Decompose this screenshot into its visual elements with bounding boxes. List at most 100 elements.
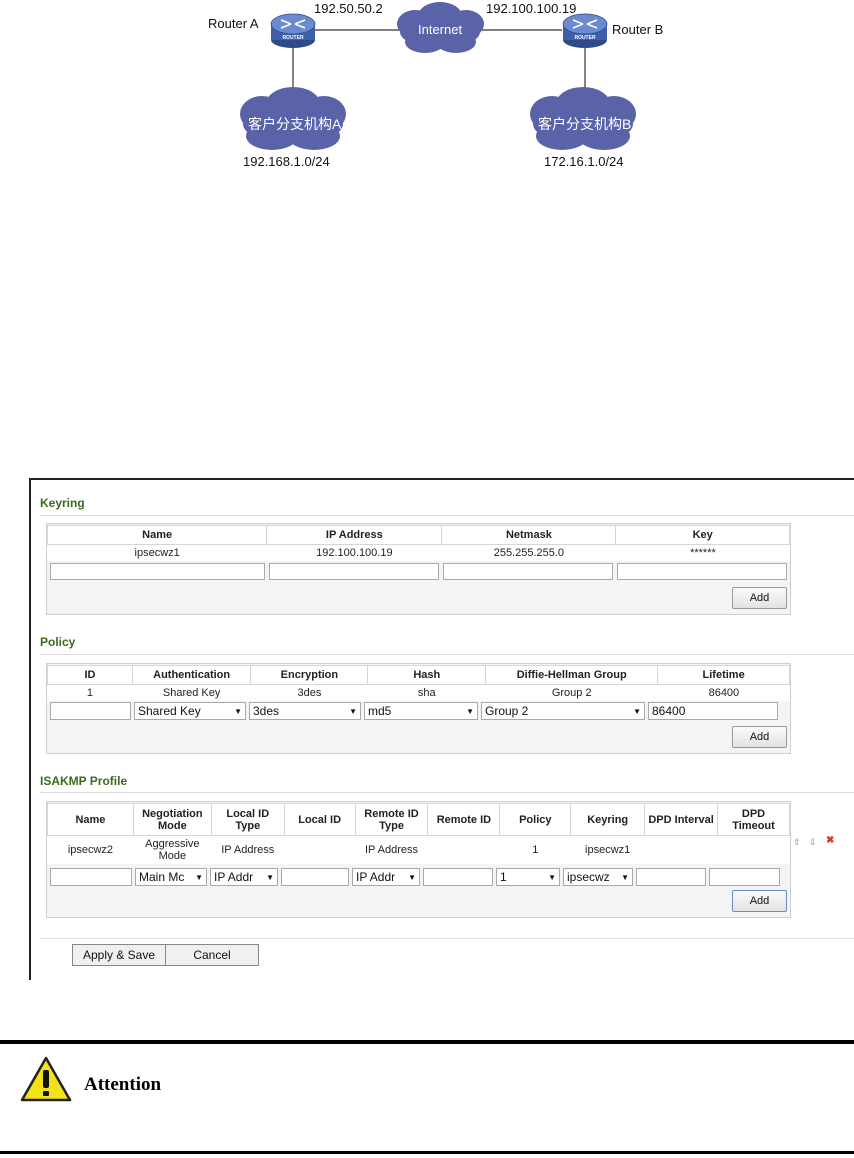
col-policy: Policy	[499, 803, 572, 836]
col-remote-id: Remote ID	[427, 803, 501, 836]
keyring-divider	[40, 515, 854, 516]
router-a-ip: 192.50.50.2	[314, 1, 383, 16]
keyring-ip-cell: 192.100.100.19	[266, 544, 442, 561]
move-down-icon[interactable]: ⇩	[809, 837, 817, 848]
move-up-icon[interactable]: ⇧	[793, 837, 801, 848]
policy-dh-cell: Group 2	[485, 684, 658, 701]
router-b-icon	[562, 13, 608, 48]
isakmp-ridt-select[interactable]: IP Addr ▼	[352, 868, 420, 886]
isakmp-input-row: Main Mc ▼ IP Addr ▼ IP Addr ▼ 1 ▼ ipsecwz ▼	[50, 868, 780, 886]
col-dpd-timeout: DPD Timeout	[717, 803, 790, 836]
isakmp-name-input[interactable]	[50, 868, 132, 886]
policy-lifetime-cell: 86400	[657, 684, 790, 701]
policy-dh-select[interactable]: Group 2 ▼	[481, 702, 645, 720]
attention-label: Attention	[84, 1074, 162, 1095]
policy-divider	[40, 654, 854, 655]
col-local-id: Local ID	[283, 803, 356, 836]
router-b-badge: ROUTER	[574, 35, 596, 41]
router-b-ip: 192.100.100.19	[486, 1, 577, 16]
policy-lifetime-input[interactable]	[648, 702, 778, 720]
isakmp-title: ISAKMP Profile	[40, 774, 128, 788]
isakmp-dpdi-input[interactable]	[636, 868, 706, 886]
col-negotiation-mode: Negotiation Mode	[132, 803, 212, 836]
chevron-down-icon: ▼	[408, 872, 416, 882]
branch-b-subnet: 172.16.1.0/24	[544, 154, 624, 169]
policy-input-row: Shared Key ▼ 3des ▼ md5 ▼ Group 2 ▼	[50, 702, 778, 720]
branch-a-label: 客户分支机构A	[248, 116, 342, 132]
col-lifetime: Lifetime	[657, 665, 790, 685]
isakmp-lidt-cell: IP Address	[210, 835, 285, 864]
isakmp-ridt-cell: IP Address	[354, 835, 428, 864]
isakmp-table: Name Negotiation Mode Local ID Type Local …	[47, 803, 790, 864]
keyring-key-cell: ******	[615, 544, 790, 561]
internet-label: Internet	[418, 22, 463, 37]
footer-divider	[40, 938, 854, 939]
keyring-key-input[interactable]	[617, 563, 787, 580]
keyring-netmask-cell: 255.255.255.0	[441, 544, 616, 561]
chevron-down-icon: ▼	[195, 872, 203, 882]
policy-hash-cell: sha	[367, 684, 486, 701]
col-name: Name	[47, 803, 134, 836]
isakmp-lidt-select[interactable]: IP Addr ▼	[210, 868, 278, 886]
isakmp-policy-cell: 1	[499, 835, 571, 864]
isakmp-lid-input[interactable]	[281, 868, 349, 886]
policy-hash-select[interactable]: md5 ▼	[364, 702, 478, 720]
policy-enc-select[interactable]: 3des ▼	[249, 702, 361, 720]
chevron-down-icon: ▼	[548, 872, 556, 882]
keyring-add-button[interactable]: Add	[732, 587, 787, 609]
policy-title: Policy	[40, 635, 76, 649]
col-id: ID	[47, 665, 133, 685]
delete-icon[interactable]: ✖	[826, 835, 834, 846]
chevron-down-icon: ▼	[234, 706, 242, 716]
chevron-down-icon: ▼	[621, 872, 629, 882]
policy-id-input[interactable]	[50, 702, 131, 720]
isakmp-dpdt-input[interactable]	[709, 868, 780, 886]
chevron-down-icon: ▼	[466, 706, 474, 716]
isakmp-neg-cell: Aggressive Mode	[132, 835, 212, 864]
branch-b-label: 客户分支机构B	[538, 116, 632, 132]
policy-add-button[interactable]: Add	[732, 726, 787, 748]
branch-a-subnet: 192.168.1.0/24	[243, 154, 330, 169]
isakmp-divider	[40, 792, 854, 793]
router-a-label: Router A	[208, 16, 259, 31]
isakmp-keyring-cell: ipsecwz1	[570, 835, 645, 864]
policy-id-cell: 1	[47, 684, 133, 701]
keyring-ip-input[interactable]	[269, 563, 439, 580]
table-row: ipsecwz2 Aggressive Mode IP Address IP Ad…	[47, 835, 790, 864]
router-a-badge: ROUTER	[282, 35, 304, 41]
keyring-input-row	[50, 563, 787, 580]
col-hash: Hash	[367, 665, 487, 685]
keyring-title: Keyring	[40, 496, 85, 510]
keyring-name-input[interactable]	[50, 563, 265, 580]
col-authentication: Authentication	[131, 665, 252, 685]
isakmp-keyring-select[interactable]: ipsecwz ▼	[563, 868, 633, 886]
col-netmask: Netmask	[441, 525, 617, 545]
col-name: Name	[46, 525, 268, 545]
warning-icon	[20, 1056, 72, 1102]
col-keyring: Keyring	[570, 803, 646, 836]
isakmp-policy-select[interactable]: 1 ▼	[496, 868, 560, 886]
policy-auth-select[interactable]: Shared Key ▼	[134, 702, 246, 720]
policy-enc-cell: 3des	[250, 684, 368, 701]
network-diagram: ROUTER ROUTER Router A Router B 192.50.5…	[0, 0, 854, 190]
policy-table: ID Authentication Encryption Hash Diffie…	[47, 665, 790, 701]
col-dh-group: Diffie-Hellman Group	[485, 665, 659, 685]
isakmp-neg-select[interactable]: Main Mc ▼	[135, 868, 207, 886]
keyring-netmask-input[interactable]	[443, 563, 613, 580]
isakmp-add-button[interactable]: Add	[732, 890, 787, 912]
attention-bottom-rule	[0, 1151, 854, 1154]
policy-auth-cell: Shared Key	[131, 684, 251, 701]
apply-save-button[interactable]: Apply & Save	[72, 944, 166, 966]
keyring-table: Name IP Address Netmask Key ipsecwz1 192…	[46, 525, 790, 561]
ipsec-config-panel: Keyring Name IP Address Netmask Key ipse…	[29, 478, 854, 980]
col-ip-address: IP Address	[266, 525, 443, 545]
isakmp-lid-cell	[283, 835, 356, 864]
col-remote-id-type: Remote ID Type	[354, 803, 429, 836]
col-key: Key	[615, 525, 790, 545]
col-encryption: Encryption	[250, 665, 369, 685]
isakmp-rid-input[interactable]	[423, 868, 493, 886]
attention-top-rule	[0, 1040, 854, 1044]
isakmp-rid-cell	[427, 835, 500, 864]
isakmp-dpdi-cell	[644, 835, 718, 864]
cancel-button[interactable]: Cancel	[165, 944, 259, 966]
